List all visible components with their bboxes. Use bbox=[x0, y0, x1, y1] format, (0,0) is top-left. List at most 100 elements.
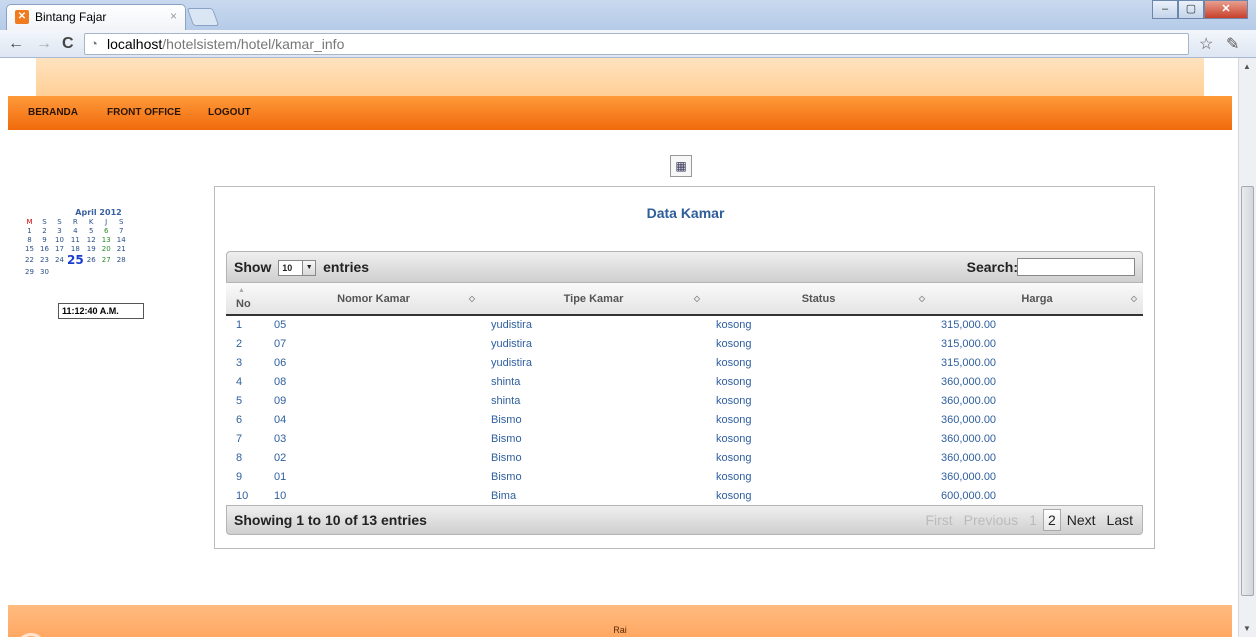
calendar-day: 7 bbox=[118, 226, 124, 235]
cell-status: kosong bbox=[716, 432, 752, 445]
calendar-day: 24 bbox=[55, 256, 64, 264]
cell-nomor-kamar: 05 bbox=[274, 319, 287, 331]
calendar-day bbox=[99, 267, 114, 276]
calendar-day: 18 bbox=[70, 244, 80, 253]
data-kamar-panel: Data Kamar Show 10 ▼ entries Search: ▲ No … bbox=[214, 186, 1155, 549]
calendar-day: 17 bbox=[55, 244, 64, 253]
calendar-day: 2 bbox=[42, 226, 47, 235]
entries-select[interactable]: 10 ▼ bbox=[278, 260, 317, 277]
cell-no: 5 bbox=[236, 394, 243, 407]
cell-status: kosong bbox=[716, 451, 752, 464]
calendar-day: 20 bbox=[101, 244, 111, 253]
export-icon[interactable]: ▦ bbox=[670, 155, 692, 177]
pager-last-button[interactable]: Last bbox=[1102, 509, 1138, 531]
calendar-day: 8 bbox=[27, 235, 32, 244]
clock-display: 11:12:40 A.M. bbox=[58, 303, 144, 319]
bookmark-star-icon[interactable]: ☆ bbox=[1199, 34, 1213, 54]
calendar-day bbox=[84, 267, 99, 276]
scrollbar-thumb[interactable] bbox=[1241, 186, 1254, 596]
table-row: 10 10 Bima kosong 600,000.00 bbox=[226, 486, 1143, 505]
cell-tipe-kamar: Bismo bbox=[491, 451, 522, 464]
reload-icon[interactable]: C bbox=[62, 35, 74, 53]
weekday-header: R bbox=[72, 217, 78, 226]
column-header-harga[interactable]: Harga ◇ bbox=[931, 283, 1143, 316]
cell-no: 9 bbox=[236, 470, 243, 483]
menu-item-front-office[interactable]: FRONT OFFICE bbox=[107, 107, 181, 118]
calendar-day: 6 bbox=[103, 226, 109, 235]
calendar-day: 29 bbox=[25, 267, 34, 276]
cell-tipe-kamar: Bismo bbox=[491, 470, 522, 483]
calendar-day: 15 bbox=[25, 244, 34, 253]
column-header-nomor-kamar[interactable]: Nomor Kamar ◇ bbox=[266, 283, 481, 316]
scroll-down-icon[interactable]: ▼ bbox=[1243, 624, 1251, 633]
calendar-day: 3 bbox=[57, 226, 62, 235]
calendar-day bbox=[67, 267, 84, 276]
menu-item-logout[interactable]: LOGOUT bbox=[208, 107, 251, 118]
cell-no: 8 bbox=[236, 451, 243, 464]
column-header-no[interactable]: ▲ No bbox=[226, 283, 266, 316]
xampp-favicon-icon: ✕ bbox=[15, 10, 29, 24]
browser-tab[interactable]: ✕ Bintang Fajar × bbox=[6, 4, 186, 30]
wrench-icon[interactable]: ✎ bbox=[1226, 34, 1239, 54]
forward-icon[interactable]: → bbox=[36, 35, 52, 53]
calendar-day bbox=[52, 267, 67, 276]
address-bar[interactable]: ◔ localhost/hotelsistem/hotel/kamar_info bbox=[84, 33, 1189, 55]
pager-previous-button[interactable]: Previous bbox=[959, 509, 1023, 531]
close-window-icon[interactable]: ✕ bbox=[1204, 0, 1248, 19]
cell-nomor-kamar: 09 bbox=[274, 394, 287, 407]
weekday-header: J bbox=[105, 217, 108, 226]
pager-first-button[interactable]: First bbox=[920, 509, 957, 531]
footer-text: Rai bbox=[613, 625, 627, 635]
table-controls: Show 10 ▼ entries Search: bbox=[226, 251, 1143, 283]
cell-harga: 360,000.00 bbox=[941, 394, 997, 407]
search-input[interactable] bbox=[1017, 258, 1135, 276]
pager-page-1-button[interactable]: 1 bbox=[1024, 509, 1042, 531]
vertical-scrollbar[interactable]: ▲ ▼ bbox=[1238, 58, 1256, 637]
cell-nomor-kamar: 03 bbox=[274, 432, 287, 445]
weekday-header: M bbox=[26, 217, 33, 226]
sort-icon: ◇ bbox=[1130, 294, 1137, 303]
cell-nomor-kamar: 07 bbox=[274, 337, 287, 350]
weekday-header: S bbox=[57, 217, 62, 226]
cell-status: kosong bbox=[716, 337, 752, 350]
cell-status: kosong bbox=[716, 489, 752, 502]
cell-harga: 360,000.00 bbox=[941, 413, 997, 426]
table-info: Showing 1 to 10 of 13 entries bbox=[234, 512, 427, 528]
cell-tipe-kamar: shinta bbox=[491, 394, 521, 407]
show-label: Show bbox=[234, 259, 272, 275]
cell-tipe-kamar: Bismo bbox=[491, 432, 522, 445]
minimize-icon[interactable]: – bbox=[1152, 0, 1178, 19]
column-header-tipe-kamar[interactable]: Tipe Kamar ◇ bbox=[481, 283, 706, 316]
calendar-day: 10 bbox=[55, 235, 64, 244]
cell-harga: 315,000.00 bbox=[941, 356, 997, 369]
cell-status: kosong bbox=[716, 394, 752, 407]
back-icon[interactable]: ← bbox=[8, 35, 24, 53]
pager-next-button[interactable]: Next bbox=[1062, 509, 1101, 531]
scroll-up-icon[interactable]: ▲ bbox=[1243, 62, 1251, 71]
cell-tipe-kamar: Bima bbox=[491, 489, 517, 502]
table-row: 4 08 shinta kosong 360,000.00 bbox=[226, 372, 1143, 391]
cell-nomor-kamar: 01 bbox=[274, 470, 287, 483]
column-header-status[interactable]: Status ◇ bbox=[706, 283, 931, 316]
tab-close-icon[interactable]: × bbox=[170, 9, 177, 23]
calendar-day: 5 bbox=[88, 226, 94, 235]
cell-harga: 360,000.00 bbox=[941, 451, 997, 464]
cell-no: 3 bbox=[236, 356, 243, 369]
new-tab-button[interactable] bbox=[186, 8, 220, 26]
pager-page-2-button[interactable]: 2 bbox=[1042, 509, 1061, 531]
cell-status: kosong bbox=[716, 413, 752, 426]
page-info-icon[interactable]: ◔ bbox=[90, 34, 98, 54]
cell-tipe-kamar: yudistira bbox=[491, 319, 532, 331]
calendar-day: 14 bbox=[116, 235, 126, 244]
weekday-header: S bbox=[42, 217, 47, 226]
page-title: Data Kamar bbox=[646, 205, 725, 221]
weekday-header: S bbox=[118, 217, 124, 226]
calendar-day: 19 bbox=[86, 244, 96, 253]
sort-icon: ◇ bbox=[468, 294, 475, 303]
table-row: 2 07 yudistira kosong 315,000.00 bbox=[226, 334, 1143, 353]
kamar-table: ▲ No Nomor Kamar ◇ Tipe Kamar ◇ Status ◇ Har… bbox=[226, 283, 1143, 505]
calendar-day: 1 bbox=[27, 226, 32, 235]
menu-item-beranda[interactable]: BERANDA bbox=[28, 107, 78, 118]
maximize-icon[interactable]: ▢ bbox=[1178, 0, 1204, 19]
calendar-today: 25 bbox=[67, 253, 84, 267]
